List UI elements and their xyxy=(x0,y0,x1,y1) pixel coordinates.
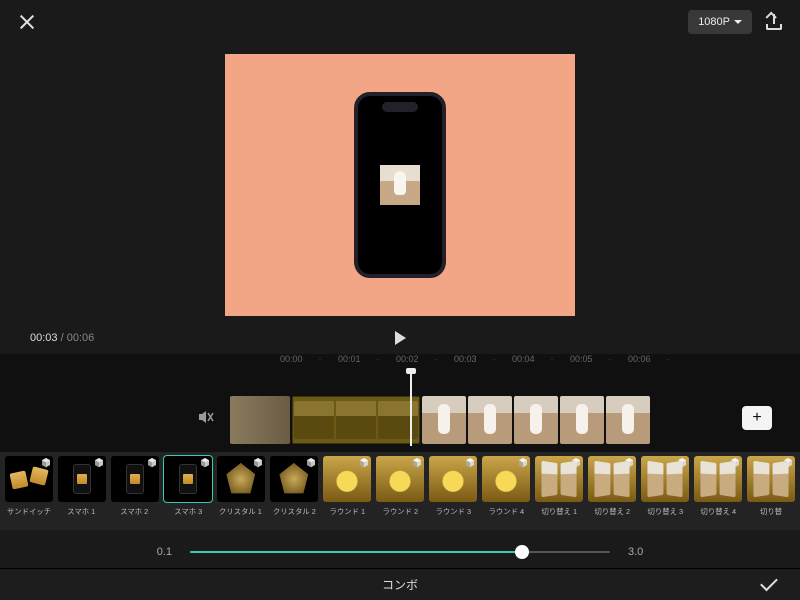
resolution-button[interactable]: 1080P xyxy=(688,10,752,34)
time-display: 00:03 / 00:06 xyxy=(30,332,94,344)
effect-label: サンドイッチ xyxy=(6,506,50,516)
playhead[interactable] xyxy=(410,372,412,446)
effect-thumb xyxy=(588,456,636,502)
effect-thumb xyxy=(376,456,424,502)
cube-icon xyxy=(730,458,740,468)
cube-icon xyxy=(518,458,528,468)
effect-label: クリスタル 1 xyxy=(219,506,262,516)
effect-item[interactable]: ラウンド 2 xyxy=(375,456,424,530)
effect-label: ラウンド 3 xyxy=(435,506,471,516)
slider-max-label: 3.0 xyxy=(628,546,643,558)
effect-thumb xyxy=(217,456,265,502)
effect-item[interactable]: クリスタル 2 xyxy=(269,456,318,530)
effect-item[interactable]: クリスタル 1 xyxy=(216,456,265,530)
cube-icon xyxy=(465,458,475,468)
phone-content-image xyxy=(380,165,420,205)
effect-thumb xyxy=(58,456,106,502)
effect-item[interactable]: ラウンド 4 xyxy=(482,456,531,530)
effect-item[interactable]: 切り替え 3 xyxy=(641,456,690,530)
effect-label: クリスタル 2 xyxy=(272,506,315,516)
effect-thumb xyxy=(641,456,689,502)
cube-icon xyxy=(306,458,316,468)
cube-icon xyxy=(147,458,157,468)
effect-thumb xyxy=(270,456,318,502)
cube-icon xyxy=(359,458,369,468)
slider-knob[interactable] xyxy=(515,545,529,559)
cube-icon xyxy=(253,458,263,468)
effect-item[interactable]: スマホ 1 xyxy=(57,456,106,530)
effect-item[interactable]: サンドイッチ xyxy=(4,456,53,530)
effect-thumb xyxy=(429,456,477,502)
effect-label: 切り替え 3 xyxy=(647,506,683,516)
cube-icon xyxy=(41,458,51,468)
effect-label: 切り替え 4 xyxy=(701,506,737,516)
effect-label: ラウンド 4 xyxy=(488,506,524,516)
effect-label: スマホ 2 xyxy=(121,506,149,516)
effect-label: ラウンド 2 xyxy=(382,506,418,516)
phone-mockup xyxy=(354,92,446,278)
export-button[interactable] xyxy=(766,14,782,30)
cube-icon xyxy=(94,458,104,468)
effect-item[interactable]: 切り替 xyxy=(747,456,796,530)
close-button[interactable] xyxy=(18,13,36,31)
effects-strip: サンドイッチ スマホ 1 スマホ 2 スマホ 3 クリスタル 1 クリスタル 2 ラウンド … xyxy=(0,452,800,530)
effect-thumb xyxy=(535,456,583,502)
effect-label: 切り替 xyxy=(760,506,782,516)
effect-item[interactable]: ラウンド 1 xyxy=(322,456,371,530)
cube-icon xyxy=(200,458,210,468)
resolution-label: 1080P xyxy=(698,16,730,28)
effect-item[interactable]: 切り替え 4 xyxy=(694,456,743,530)
effect-thumb xyxy=(323,456,371,502)
cube-icon xyxy=(677,458,687,468)
duration-slider[interactable] xyxy=(190,551,610,553)
timeline-clip[interactable] xyxy=(422,396,662,444)
add-clip-button[interactable]: + xyxy=(742,406,772,430)
effect-thumb xyxy=(694,456,742,502)
effect-item[interactable]: 切り替え 2 xyxy=(588,456,637,530)
effect-thumb xyxy=(164,456,212,502)
chevron-down-icon xyxy=(734,20,742,24)
cube-icon xyxy=(412,458,422,468)
preview-canvas[interactable] xyxy=(225,54,575,316)
cube-icon xyxy=(783,458,793,468)
slider-min-label: 0.1 xyxy=(157,546,172,558)
timeline-clip[interactable] xyxy=(230,396,290,444)
effect-item[interactable]: スマホ 3 xyxy=(163,456,212,530)
confirm-button[interactable] xyxy=(760,578,778,590)
timeline-clip-selected[interactable] xyxy=(292,396,420,444)
effect-label: スマホ 3 xyxy=(174,506,202,516)
cube-icon xyxy=(571,458,581,468)
effect-label: ラウンド 1 xyxy=(329,506,365,516)
effect-thumb xyxy=(747,456,795,502)
time-current: 00:03 xyxy=(30,332,58,344)
effect-label: スマホ 1 xyxy=(68,506,96,516)
effect-label: 切り替え 2 xyxy=(594,506,630,516)
timeline-ruler[interactable]: 00:00·00:01·00:02·00:03·00:04·00:05·00:0… xyxy=(0,354,800,370)
effect-label: 切り替え 1 xyxy=(541,506,577,516)
timeline[interactable]: + xyxy=(0,370,800,452)
mute-icon[interactable] xyxy=(198,410,214,427)
effect-thumb xyxy=(5,456,53,502)
effect-item[interactable]: スマホ 2 xyxy=(110,456,159,530)
preview-area xyxy=(0,50,800,320)
panel-title: コンボ xyxy=(382,576,418,593)
time-total: 00:06 xyxy=(67,332,95,344)
effect-item[interactable]: 切り替え 1 xyxy=(535,456,584,530)
effect-thumb xyxy=(482,456,530,502)
play-button[interactable] xyxy=(395,331,406,345)
effect-item[interactable]: ラウンド 3 xyxy=(429,456,478,530)
effect-thumb xyxy=(111,456,159,502)
cube-icon xyxy=(624,458,634,468)
